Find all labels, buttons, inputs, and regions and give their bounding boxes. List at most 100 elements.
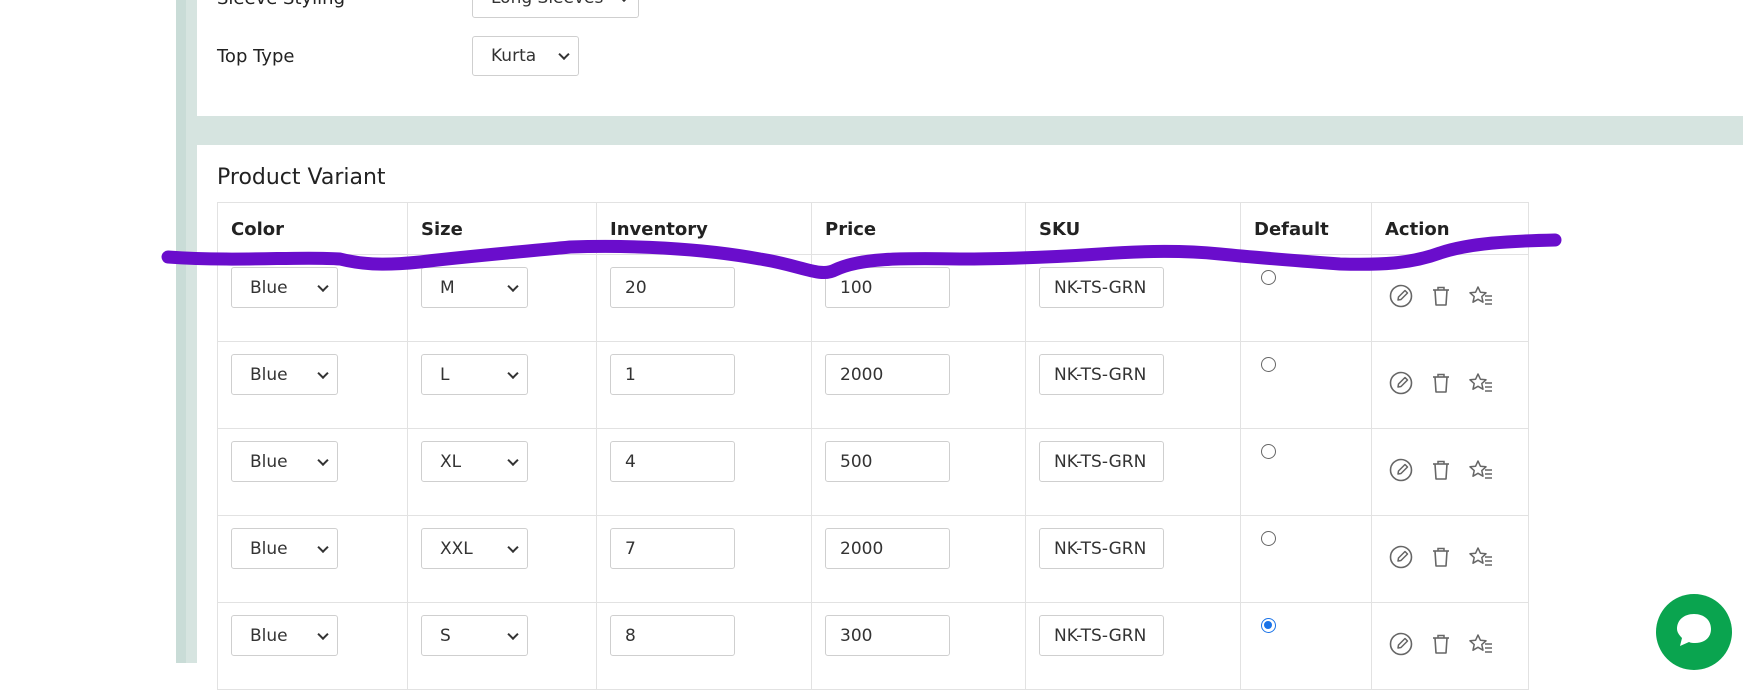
variant-table: Color Size Inventory Price SKU Default A… bbox=[217, 202, 1529, 690]
set-featured-button[interactable] bbox=[1468, 544, 1494, 575]
default-radio[interactable] bbox=[1261, 444, 1276, 459]
default-radio[interactable] bbox=[1261, 357, 1276, 372]
edit-icon bbox=[1389, 545, 1413, 569]
edit-button[interactable] bbox=[1388, 544, 1414, 575]
chevron-down-icon bbox=[317, 454, 329, 466]
edit-icon bbox=[1389, 371, 1413, 395]
star-list-icon bbox=[1469, 373, 1492, 392]
color-select[interactable]: Blue bbox=[231, 615, 338, 656]
price-cell: 300 bbox=[811, 602, 1026, 690]
set-featured-button[interactable] bbox=[1468, 457, 1494, 488]
chat-button[interactable] bbox=[1656, 594, 1732, 670]
trash-icon bbox=[1433, 460, 1449, 480]
size-cell: M bbox=[407, 254, 597, 342]
left-rail bbox=[176, 0, 186, 663]
sleeve-label: Sleeve Styling bbox=[217, 0, 472, 9]
top-type-select[interactable]: Kurta bbox=[472, 36, 579, 76]
delete-button[interactable] bbox=[1428, 370, 1454, 401]
price-input[interactable]: 500 bbox=[825, 441, 950, 482]
action-buttons bbox=[1388, 631, 1515, 662]
color-cell: Blue bbox=[217, 602, 408, 690]
top-type-label: Top Type bbox=[217, 45, 295, 67]
color-select[interactable]: Blue bbox=[231, 267, 338, 308]
column-header-default: Default bbox=[1240, 202, 1372, 255]
attributes-card: Sleeve Styling Long Sleeves Top Type Kur… bbox=[197, 0, 1743, 116]
set-featured-button[interactable] bbox=[1468, 283, 1494, 314]
size-select[interactable]: L bbox=[421, 354, 528, 395]
size-select[interactable]: M bbox=[421, 267, 528, 308]
color-select-value: Blue bbox=[250, 364, 288, 385]
sku-input[interactable]: NK-TS-GRN bbox=[1039, 615, 1164, 656]
inventory-cell: 7 bbox=[596, 515, 812, 603]
color-select[interactable]: Blue bbox=[231, 354, 338, 395]
default-radio[interactable] bbox=[1261, 270, 1276, 285]
size-select-value: L bbox=[440, 364, 450, 385]
table-row: Blue XXL 7 2000 NK-TS-GRN bbox=[217, 515, 1529, 603]
sleeve-select[interactable]: Long Sleeves bbox=[472, 0, 639, 18]
color-cell: Blue bbox=[217, 428, 408, 516]
size-cell: XL bbox=[407, 428, 597, 516]
size-select[interactable]: S bbox=[421, 615, 528, 656]
inventory-input[interactable]: 8 bbox=[610, 615, 735, 656]
color-select[interactable]: Blue bbox=[231, 528, 338, 569]
color-select[interactable]: Blue bbox=[231, 441, 338, 482]
sku-input[interactable]: NK-TS-GRN bbox=[1039, 267, 1164, 308]
table-row: Blue S 8 300 NK-TS-GRN bbox=[217, 602, 1529, 690]
edit-button[interactable] bbox=[1388, 457, 1414, 488]
top-type-select-value: Kurta bbox=[491, 46, 537, 66]
chevron-down-icon bbox=[558, 48, 570, 61]
color-cell: Blue bbox=[217, 341, 408, 429]
size-select-value: XL bbox=[440, 451, 462, 472]
inventory-input[interactable]: 1 bbox=[610, 354, 735, 395]
delete-button[interactable] bbox=[1428, 283, 1454, 314]
default-cell bbox=[1240, 341, 1372, 429]
price-input[interactable]: 100 bbox=[825, 267, 950, 308]
sku-input[interactable]: NK-TS-GRN bbox=[1039, 354, 1164, 395]
inventory-input[interactable]: 20 bbox=[610, 267, 735, 308]
set-featured-button[interactable] bbox=[1468, 631, 1494, 662]
action-buttons bbox=[1388, 457, 1515, 488]
star-list-icon bbox=[1469, 547, 1492, 566]
section-title: Product Variant bbox=[217, 165, 386, 190]
delete-button[interactable] bbox=[1428, 631, 1454, 662]
action-cell bbox=[1371, 341, 1529, 429]
default-cell bbox=[1240, 515, 1372, 603]
inventory-input[interactable]: 4 bbox=[610, 441, 735, 482]
price-cell: 100 bbox=[811, 254, 1026, 342]
color-select-value: Blue bbox=[250, 538, 288, 559]
edit-button[interactable] bbox=[1388, 370, 1414, 401]
edit-icon bbox=[1389, 458, 1413, 482]
delete-button[interactable] bbox=[1428, 544, 1454, 575]
price-cell: 2000 bbox=[811, 341, 1026, 429]
color-select-value: Blue bbox=[250, 625, 288, 646]
chevron-down-icon bbox=[507, 367, 519, 379]
price-input[interactable]: 300 bbox=[825, 615, 950, 656]
edit-button[interactable] bbox=[1388, 283, 1414, 314]
price-input[interactable]: 2000 bbox=[825, 528, 950, 569]
inventory-input[interactable]: 7 bbox=[610, 528, 735, 569]
inventory-cell: 8 bbox=[596, 602, 812, 690]
size-select[interactable]: XL bbox=[421, 441, 528, 482]
column-header-inventory: Inventory bbox=[596, 202, 812, 255]
default-radio[interactable] bbox=[1261, 618, 1276, 633]
default-cell bbox=[1240, 602, 1372, 690]
set-featured-button[interactable] bbox=[1468, 370, 1494, 401]
column-header-sku: SKU bbox=[1025, 202, 1241, 255]
inventory-cell: 1 bbox=[596, 341, 812, 429]
price-input[interactable]: 2000 bbox=[825, 354, 950, 395]
edit-button[interactable] bbox=[1388, 631, 1414, 662]
table-header-row: Color Size Inventory Price SKU Default A… bbox=[217, 202, 1529, 255]
delete-button[interactable] bbox=[1428, 457, 1454, 488]
action-buttons bbox=[1388, 544, 1515, 575]
sku-input[interactable]: NK-TS-GRN bbox=[1039, 528, 1164, 569]
action-cell bbox=[1371, 254, 1529, 342]
trash-icon bbox=[1433, 286, 1449, 306]
size-select[interactable]: XXL bbox=[421, 528, 528, 569]
star-list-icon bbox=[1469, 634, 1492, 653]
default-radio[interactable] bbox=[1261, 531, 1276, 546]
sku-cell: NK-TS-GRN bbox=[1025, 428, 1241, 516]
action-cell bbox=[1371, 428, 1529, 516]
size-select-value: XXL bbox=[440, 538, 473, 559]
price-cell: 2000 bbox=[811, 515, 1026, 603]
sku-input[interactable]: NK-TS-GRN bbox=[1039, 441, 1164, 482]
